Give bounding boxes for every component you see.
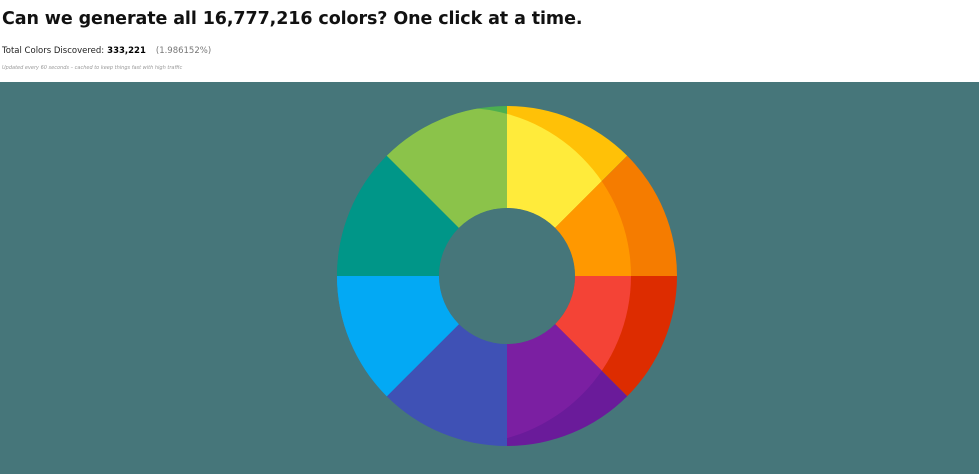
page-title: Can we generate all 16,777,216 colors? O… (2, 9, 583, 29)
colors-discovered-count: 333,221 (107, 46, 146, 56)
colors-discovered-stats: Total Colors Discovered: 333,221 (1.986152… (2, 46, 211, 56)
colors-discovered-label: Total Colors Discovered: (2, 46, 105, 56)
color-wheel[interactable] (0, 82, 979, 474)
wheel-center-hole (439, 208, 575, 344)
page-header: Can we generate all 16,777,216 colors? O… (0, 0, 979, 82)
update-note: Updated every 60 seconds – cached to kee… (2, 65, 183, 71)
colors-discovered-percent: (1.986152%) (155, 46, 212, 56)
color-canvas[interactable] (0, 82, 979, 474)
